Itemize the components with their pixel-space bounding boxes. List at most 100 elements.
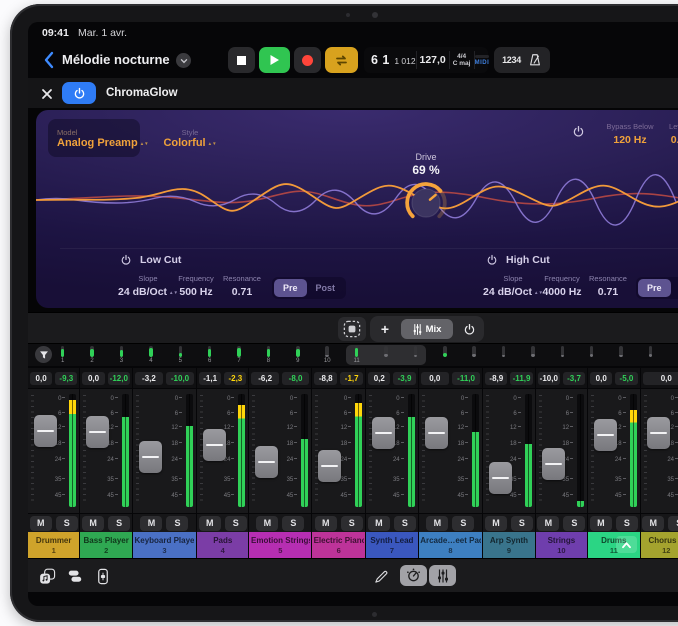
loop-browser-button[interactable]: [38, 567, 56, 585]
pre-button[interactable]: Pre: [638, 279, 671, 297]
solo-button[interactable]: S: [394, 516, 416, 531]
high-cut-resonance[interactable]: Resonance 0.71: [580, 274, 636, 298]
overview-track-slot[interactable]: 8: [254, 344, 283, 364]
volume-fader[interactable]: [372, 417, 395, 449]
solo-button[interactable]: S: [108, 516, 130, 531]
mute-button[interactable]: M: [590, 516, 612, 531]
overview-track-slot[interactable]: 7: [224, 344, 253, 364]
plugins-power-button[interactable]: [454, 323, 484, 336]
volume-fader[interactable]: [647, 417, 670, 449]
solo-button[interactable]: S: [563, 516, 585, 531]
project-title[interactable]: Mélodie nocturne: [62, 52, 170, 67]
solo-button[interactable]: S: [668, 516, 678, 531]
mute-button[interactable]: M: [537, 516, 559, 531]
drive-knob[interactable]: [403, 180, 449, 226]
track-name-tile[interactable]: Electric Piano6: [312, 532, 365, 558]
cycle-button[interactable]: [325, 47, 358, 73]
level-control[interactable]: Level 0.0: [648, 122, 678, 146]
overview-track-slot[interactable]: 6: [195, 344, 224, 364]
low-cut-resonance[interactable]: Resonance 0.71: [214, 274, 270, 298]
overview-track-slot[interactable]: [548, 344, 577, 364]
overview-track-slot[interactable]: 2: [77, 344, 106, 364]
mute-button[interactable]: M: [368, 516, 390, 531]
solo-button[interactable]: S: [511, 516, 533, 531]
style-select[interactable]: Style Colorful▲▼: [154, 119, 226, 157]
bypass-power-button[interactable]: [572, 125, 585, 138]
post-button[interactable]: Post: [307, 279, 345, 297]
track-name-tile[interactable]: Synth Lead7: [366, 532, 417, 558]
track-name-tile[interactable]: Bass Player2: [80, 532, 131, 558]
solo-button[interactable]: S: [166, 516, 188, 531]
track-name-tile[interactable]: Strings10: [536, 532, 587, 558]
volume-fader[interactable]: [203, 429, 226, 461]
mute-button[interactable]: M: [642, 516, 664, 531]
volume-fader[interactable]: [425, 417, 448, 449]
mute-button[interactable]: M: [82, 516, 104, 531]
overview-track-slot[interactable]: [459, 344, 488, 364]
overview-track-slot[interactable]: [577, 344, 606, 364]
overview-track-slot[interactable]: 10: [313, 344, 342, 364]
track-name-tile[interactable]: Keyboard Player3: [133, 532, 196, 558]
high-cut-power-button[interactable]: [486, 254, 498, 266]
overview-track-slot[interactable]: [665, 344, 678, 364]
add-track-button[interactable]: +: [370, 317, 400, 341]
solo-button[interactable]: S: [452, 516, 474, 531]
overview-track-slot[interactable]: 11: [342, 344, 371, 364]
solo-button[interactable]: S: [341, 516, 363, 531]
track-name-tile[interactable]: Drummer1: [28, 532, 79, 558]
solo-button[interactable]: S: [225, 516, 247, 531]
mixer-button[interactable]: [429, 565, 456, 586]
overview-track-slot[interactable]: [371, 344, 400, 364]
pre-button[interactable]: Pre: [274, 279, 307, 297]
overview-track-slot[interactable]: 1: [48, 344, 77, 364]
volume-fader[interactable]: [318, 450, 341, 482]
mute-button[interactable]: M: [485, 516, 507, 531]
volume-fader[interactable]: [139, 441, 162, 473]
volume-fader[interactable]: [255, 446, 278, 478]
track-name-tile[interactable]: Arcade…eet Pad8: [419, 532, 483, 558]
low-cut-power-button[interactable]: [120, 254, 132, 266]
solo-button[interactable]: S: [56, 516, 78, 531]
smart-controls-button[interactable]: [400, 565, 427, 586]
count-in-button[interactable]: 1234: [502, 55, 521, 65]
track-name-tile[interactable]: Arp Synth9: [483, 532, 534, 558]
solo-button[interactable]: S: [616, 516, 638, 531]
close-plugin-button[interactable]: [38, 85, 56, 103]
volume-fader[interactable]: [489, 462, 512, 494]
mute-button[interactable]: M: [426, 516, 448, 531]
track-name-tile[interactable]: Chorus V12: [641, 532, 678, 558]
mix-view-button[interactable]: Mix: [401, 319, 453, 339]
mute-button[interactable]: M: [256, 516, 278, 531]
overview-track-slot[interactable]: [489, 344, 518, 364]
collapse-stack-button[interactable]: [616, 536, 637, 553]
overview-track-slot[interactable]: 5: [166, 344, 195, 364]
plugin-power-button[interactable]: [62, 82, 96, 104]
mute-button[interactable]: M: [30, 516, 52, 531]
mute-button[interactable]: M: [140, 516, 162, 531]
track-name-tile[interactable]: Pads4: [197, 532, 248, 558]
back-button[interactable]: [38, 49, 58, 71]
project-menu-button[interactable]: [176, 53, 191, 68]
mute-button[interactable]: M: [199, 516, 221, 531]
track-name-tile[interactable]: Drums11: [588, 532, 639, 558]
stop-button[interactable]: [228, 47, 255, 73]
overview-track-slot[interactable]: [518, 344, 547, 364]
play-button[interactable]: [259, 47, 290, 73]
edit-pencil-button[interactable]: [372, 567, 390, 585]
overview-track-slot[interactable]: 3: [107, 344, 136, 364]
volume-fader[interactable]: [86, 416, 109, 448]
volume-fader[interactable]: [542, 448, 565, 480]
volume-fader[interactable]: [594, 419, 617, 451]
fader-view-button[interactable]: [94, 567, 112, 585]
metronome-icon[interactable]: [528, 53, 542, 67]
volume-fader[interactable]: [34, 415, 57, 447]
live-loops-cells-button[interactable]: [66, 567, 84, 585]
solo-button[interactable]: S: [282, 516, 304, 531]
track-overview-strip[interactable]: 1234567891011: [28, 344, 678, 366]
overview-track-slot[interactable]: [606, 344, 635, 364]
paste-region-button[interactable]: [338, 317, 366, 341]
overview-track-slot[interactable]: [636, 344, 665, 364]
overview-track-slot[interactable]: 4: [136, 344, 165, 364]
overview-track-slot[interactable]: [401, 344, 430, 364]
lcd-display[interactable]: 6 1 1 012 127,0 4/4C maj MIDI: [364, 47, 488, 73]
